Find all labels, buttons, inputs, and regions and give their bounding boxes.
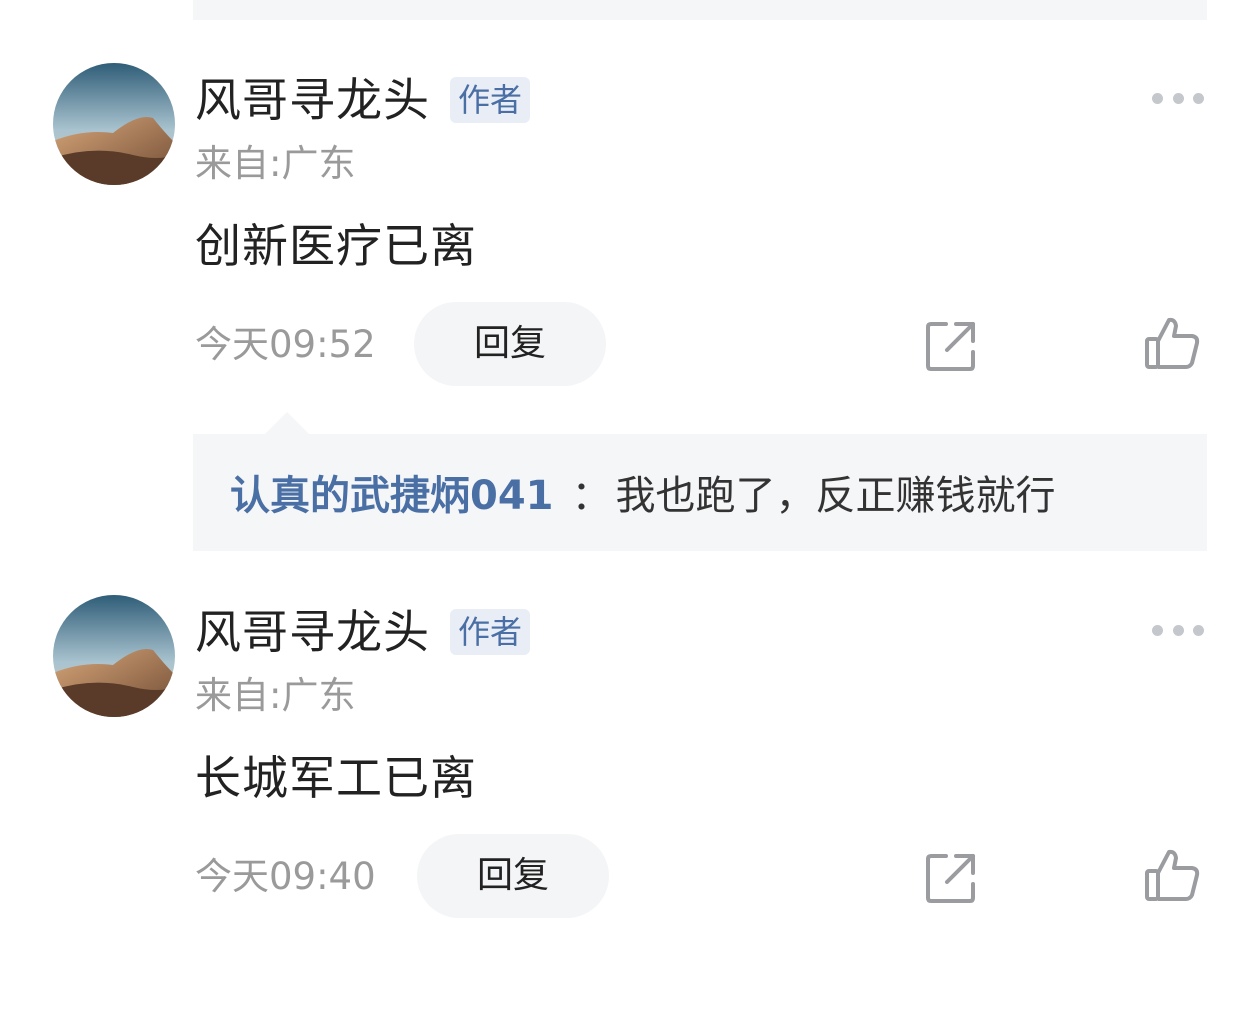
more-icon-dot bbox=[1152, 92, 1163, 104]
more-icon-dot bbox=[1193, 92, 1204, 104]
share-icon bbox=[926, 854, 975, 903]
more-options-button[interactable] bbox=[1146, 618, 1210, 642]
author-badge: 作者 bbox=[450, 77, 531, 123]
sub-reply-text: 我也跑了，反正赚钱就行 bbox=[615, 473, 1056, 519]
author-badge: 作者 bbox=[450, 609, 531, 655]
share-icon bbox=[926, 322, 975, 371]
author-row: 风哥寻龙头 作者 bbox=[195, 72, 531, 128]
like-button[interactable] bbox=[1142, 314, 1202, 374]
share-button[interactable] bbox=[922, 848, 982, 908]
more-icon-dot bbox=[1152, 624, 1163, 636]
author-row: 风哥寻龙头 作者 bbox=[195, 604, 531, 660]
thumbs-up-icon bbox=[1145, 849, 1200, 901]
author-location: 来自:广东 bbox=[195, 674, 356, 717]
share-button[interactable] bbox=[922, 316, 982, 376]
comment-content: 长城军工已离 bbox=[195, 751, 477, 805]
comment-content: 创新医疗已离 bbox=[195, 219, 477, 273]
more-options-button[interactable] bbox=[1146, 86, 1210, 110]
author-name[interactable]: 风哥寻龙头 bbox=[195, 72, 430, 128]
comment-time: 今天09:40 bbox=[195, 855, 376, 898]
desert-avatar-icon bbox=[53, 63, 175, 185]
author-name[interactable]: 风哥寻龙头 bbox=[195, 604, 430, 660]
reply-button[interactable]: 回复 bbox=[417, 834, 609, 918]
author-location: 来自:广东 bbox=[195, 142, 356, 185]
desert-avatar-icon bbox=[53, 595, 175, 717]
more-icon-dot bbox=[1172, 92, 1184, 104]
thumbs-up-icon bbox=[1145, 317, 1200, 369]
sub-reply-separator: ： bbox=[571, 473, 612, 519]
author-avatar[interactable] bbox=[53, 595, 175, 717]
sub-reply-item[interactable]: 认真的武捷炳041 ：我也跑了，反正赚钱就行 bbox=[230, 468, 1056, 524]
like-button[interactable] bbox=[1142, 846, 1202, 906]
comment-time: 今天09:52 bbox=[195, 323, 376, 366]
sub-reply-username[interactable]: 认真的武捷炳041 bbox=[230, 473, 554, 519]
more-icon-dot bbox=[1172, 624, 1184, 636]
reply-button[interactable]: 回复 bbox=[414, 302, 606, 386]
author-avatar[interactable] bbox=[53, 63, 175, 185]
more-icon-dot bbox=[1193, 624, 1204, 636]
sub-reply-pointer bbox=[265, 412, 309, 434]
previous-reply-panel bbox=[193, 0, 1207, 20]
